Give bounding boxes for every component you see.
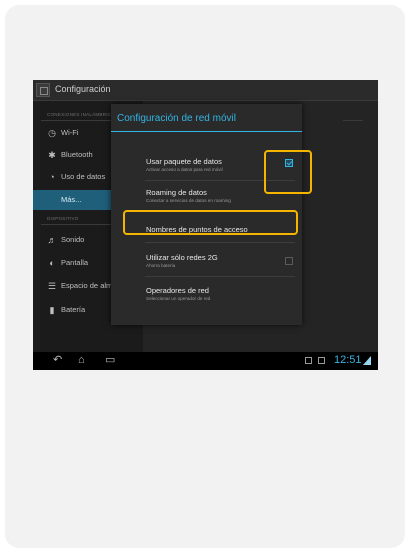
app-title: Configuración [55, 84, 111, 94]
option-title: Usar paquete de datos [146, 157, 222, 166]
notification-media-icon [318, 357, 325, 364]
option-title: Operadores de red [146, 286, 209, 295]
home-icon[interactable]: ⌂ [78, 355, 85, 366]
section-header-device: DISPOSITIVO [47, 216, 79, 221]
option-title: Utilizar sólo redes 2G [146, 253, 218, 262]
option-divider [145, 242, 295, 243]
detail-divider [343, 120, 363, 121]
bluetooth-icon: ✱ [48, 150, 56, 160]
back-icon[interactable]: ↶ [53, 355, 62, 366]
sound-icon: ♬ [47, 235, 57, 245]
status-clock: 12:51 [334, 354, 362, 366]
sidebar-item-label: Sonido [61, 235, 85, 244]
data-usage-icon: ◔ [49, 172, 55, 182]
sidebar-item-label: Batería [61, 305, 86, 314]
option-summary: Activar acceso a datos para red móvil [146, 167, 223, 172]
option-divider [145, 276, 295, 277]
use-2g-only-checkbox[interactable] [285, 257, 293, 265]
sidebar-item-label: Más... [61, 195, 82, 204]
sidebar-item-label: Pantalla [61, 258, 89, 267]
system-navigation-bar: ↶ ⌂ ▭ 12:51 [33, 352, 378, 370]
sidebar-item-label: Bluetooth [61, 150, 93, 159]
sidebar-item-label: Wi-Fi [61, 128, 79, 137]
option-summary: Seleccionar un operador de red [146, 296, 211, 301]
recent-apps-icon[interactable]: ▭ [105, 355, 115, 366]
option-title: Roaming de datos [146, 188, 207, 197]
option-summary: Conectar a servicios de datos en roaming [146, 198, 231, 203]
display-icon: ◐ [49, 258, 55, 268]
wifi-icon: ◷ [48, 128, 56, 138]
battery-icon: ▮ [49, 305, 55, 315]
notification-image-icon [305, 357, 312, 364]
storage-icon: ☰ [47, 281, 57, 291]
access-point-highlight-annotation [123, 210, 298, 235]
dialog-title: Configuración de red móvil [117, 113, 236, 124]
option-summary: Ahorra batería [146, 263, 176, 268]
sidebar-item-label: Uso de datos [61, 172, 106, 181]
signal-strength-icon [363, 356, 371, 365]
dialog-title-divider [111, 131, 302, 132]
settings-app-icon[interactable] [36, 83, 50, 97]
section-header-wireless: CONEXIONES INALÁMBRIC [47, 112, 112, 117]
checkbox-highlight-annotation [264, 150, 312, 194]
action-bar: Configuración [33, 80, 378, 101]
